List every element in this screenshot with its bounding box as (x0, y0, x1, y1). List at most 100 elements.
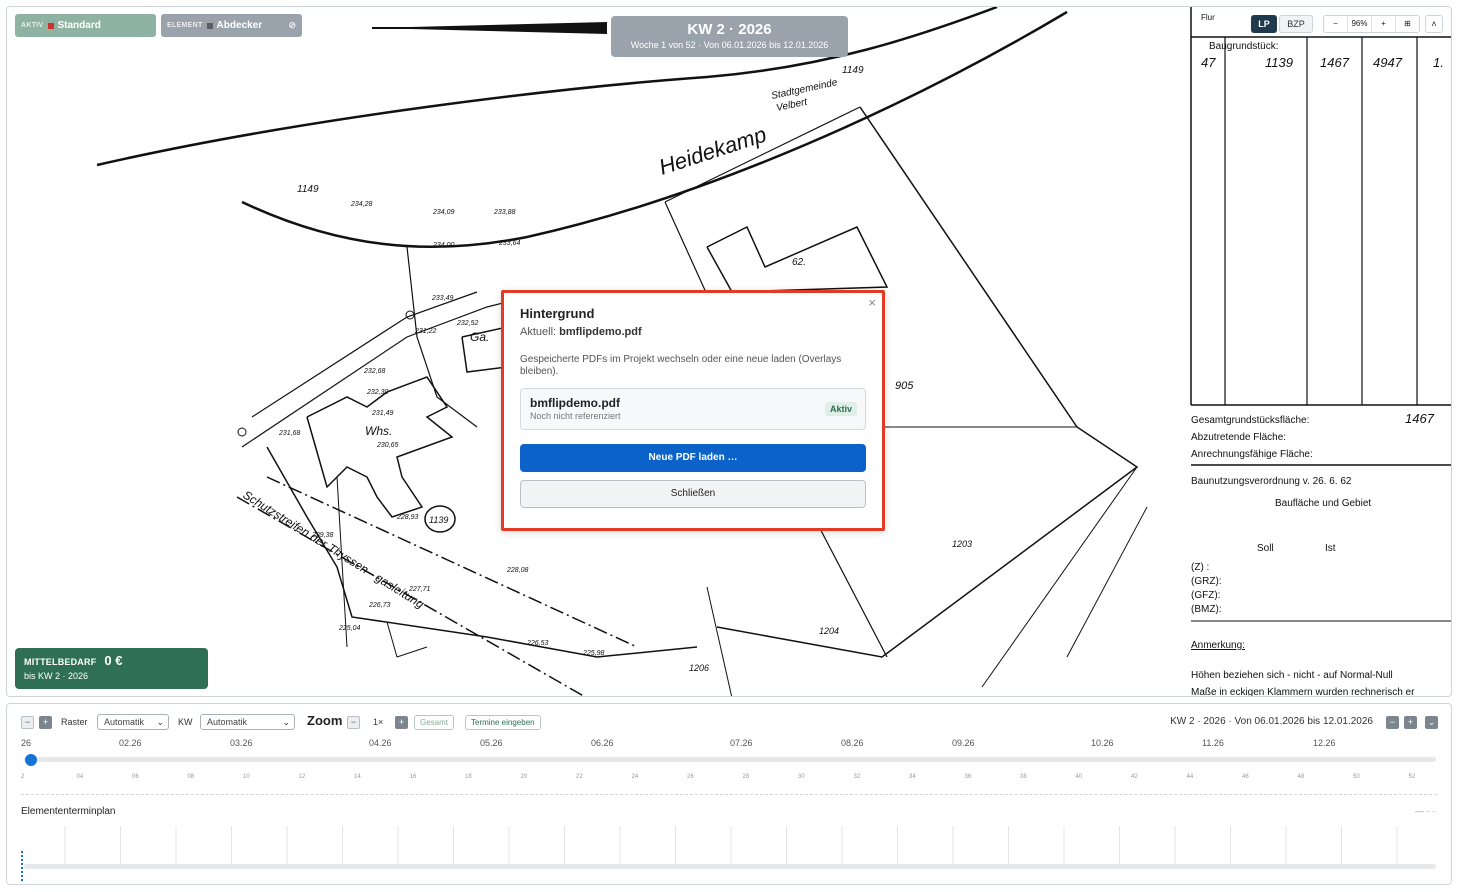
timeline-zoom-out[interactable]: − (347, 716, 360, 729)
week-tick-label: 10 (243, 774, 250, 780)
month-label: 08.26 (841, 738, 864, 748)
svg-text:1203: 1203 (952, 539, 972, 549)
svg-text:233,49: 233,49 (431, 295, 454, 302)
svg-text:231,22: 231,22 (414, 328, 437, 335)
svg-text:Höhen beziehen sich - nicht -: Höhen beziehen sich - nicht - auf Normal… (1191, 670, 1393, 681)
active-variant-badge[interactable]: AKTIV Standard (15, 14, 156, 37)
svg-text:225,98: 225,98 (582, 650, 605, 657)
svg-text:Schutzstreifen der Thyssen - g: Schutzstreifen der Thyssen - gasleitung (240, 488, 426, 612)
month-label: 10.26 (1091, 738, 1114, 748)
raster-select[interactable]: Automatik ⌄ (97, 714, 169, 730)
week-tick-label: 42 (1131, 774, 1138, 780)
plan-viewer[interactable]: Heidekamp Stadtgemeinde Velbert 1149 114… (6, 6, 1452, 697)
svg-text:1467: 1467 (1320, 55, 1350, 70)
week-tick-label: 08 (187, 774, 195, 780)
week-tick-label: 24 (631, 774, 639, 780)
timeline-next-button[interactable]: + (1404, 716, 1417, 729)
load-new-pdf-button[interactable]: Neue PDF laden … (520, 444, 866, 472)
element-plan-collapse[interactable]: — · · (1415, 806, 1435, 816)
svg-text:226,73: 226,73 (368, 602, 391, 609)
svg-text:232,30: 232,30 (366, 389, 389, 396)
active-element-value: Abdecker (216, 20, 263, 31)
timeline-range: KW 2 · 2026 · Von 06.01.2026 bis 12.01.2… (1170, 716, 1373, 727)
month-label: 03.26 (230, 738, 253, 748)
svg-text:(BMZ):: (BMZ): (1191, 604, 1222, 615)
kw-label: KW (178, 717, 193, 727)
month-label: 02.26 (119, 738, 142, 748)
week-tick-label: 40 (1075, 774, 1083, 780)
week-slider-thumb[interactable] (25, 754, 37, 766)
svg-text:Maße in eckigen Klammern wurde: Maße in eckigen Klammern wurden rechneri… (1191, 687, 1415, 697)
element-color-swatch (206, 22, 213, 29)
termine-button[interactable]: Termine eingeben (465, 715, 541, 730)
svg-text:905: 905 (895, 380, 914, 392)
svg-text:1467: 1467 (1405, 411, 1435, 426)
svg-text:232,68: 232,68 (363, 368, 386, 375)
active-color-swatch (47, 22, 54, 29)
svg-text:Whs.: Whs. (365, 424, 392, 438)
week-tick-label: 26 (687, 774, 694, 780)
week-slider-track[interactable] (24, 757, 1436, 762)
svg-text:234,28: 234,28 (350, 201, 373, 208)
svg-text:Anrechnungsfähige Fläche:: Anrechnungsfähige Fläche: (1191, 449, 1313, 460)
current-file-name: bmflipdemo.pdf (559, 326, 642, 338)
timeline-prev-button[interactable]: − (1386, 716, 1399, 729)
zoom-out-button[interactable]: − (1324, 16, 1348, 32)
element-plan-scrollbar[interactable] (24, 864, 1436, 869)
svg-text:228,08: 228,08 (506, 567, 529, 574)
lp-button[interactable]: LP (1251, 15, 1277, 33)
bzp-button[interactable]: BZP (1279, 15, 1313, 33)
timeline-zoom-in[interactable]: + (395, 716, 408, 729)
pdf-file-name: bmflipdemo.pdf (530, 396, 620, 410)
timeline-toolbar: − + Raster Automatik ⌄ KW Automatik ⌄ Zoom… (7, 713, 1451, 733)
week-tick-label: 2 (21, 774, 25, 780)
collapse-up-icon[interactable]: ˄ (1425, 15, 1443, 33)
month-label: 09.26 (952, 738, 975, 748)
week-title: KW 2 · 2026 (687, 21, 772, 38)
week-tick-label: 46 (1242, 774, 1249, 780)
close-dialog-button[interactable]: Schließen (520, 480, 866, 508)
week-tick-label: 18 (465, 774, 472, 780)
week-tick-label: 04 (76, 774, 84, 780)
week-tick-label: 22 (576, 774, 583, 780)
timeline-minus-button[interactable]: − (21, 716, 34, 729)
svg-text:(Z) :: (Z) : (1191, 562, 1209, 573)
week-tick-label: 06 (132, 774, 139, 780)
budget-card: MITTELBEDARF 0 € bis KW 2 · 2026 (15, 648, 208, 689)
svg-text:1149: 1149 (842, 65, 864, 76)
gesamt-button[interactable]: Gesamt (414, 715, 455, 730)
svg-text:Gesamtgrundstücksfläche:: Gesamtgrundstücksfläche: (1191, 415, 1309, 426)
svg-text:Baugrundstück:: Baugrundstück: (1209, 41, 1279, 52)
chevron-down-icon: ⌄ (156, 717, 164, 727)
dialog-close-icon[interactable]: × (868, 295, 876, 310)
active-element-badge[interactable]: ELEMENT Abdecker ⊘ (161, 14, 302, 37)
timeline-expand-button[interactable]: ⌄ (1425, 716, 1438, 729)
week-tick-label: 12 (298, 774, 306, 780)
dialog-description: Gespeicherte PDFs im Projekt wechseln od… (520, 354, 842, 377)
element-plan-grid (64, 826, 1398, 864)
svg-text:229,38: 229,38 (311, 532, 334, 539)
svg-text:Anmerkung:: Anmerkung: (1191, 640, 1245, 651)
chevron-down-icon: ⌄ (282, 717, 290, 727)
svg-text:231,68: 231,68 (278, 430, 301, 437)
svg-text:Baufläche und Gebiet: Baufläche und Gebiet (1275, 498, 1371, 509)
element-plan-title: Elemententerminplan (21, 806, 116, 817)
pdf-file-item[interactable]: bmflipdemo.pdf Noch nicht referenziert A… (520, 388, 866, 430)
zoom-in-button[interactable]: + (1372, 16, 1396, 32)
hide-eye-icon[interactable]: ⊘ (288, 20, 296, 31)
background-dialog: × Hintergrund Aktuell: bmflipdemo.pdf Ge… (501, 290, 885, 531)
svg-text:Soll: Soll (1257, 543, 1274, 554)
timeline-plus-button[interactable]: + (39, 716, 52, 729)
svg-text:Ga.: Ga. (470, 330, 489, 344)
month-label: 05.26 (480, 738, 503, 748)
active-variant-value: Standard (57, 20, 101, 31)
month-label: 11.26 (1202, 738, 1224, 748)
week-tick-label: 20 (520, 774, 528, 780)
svg-text:(GFZ):: (GFZ): (1191, 590, 1220, 601)
svg-text:233,64: 233,64 (498, 240, 521, 247)
grid-icon[interactable]: ⊞ (1396, 16, 1419, 32)
zoom-control: − 96% + ⊞ (1323, 15, 1420, 33)
active-tag: Aktiv (824, 402, 857, 416)
kw-select[interactable]: Automatik ⌄ (200, 714, 295, 730)
budget-value: 0 € (104, 653, 123, 668)
